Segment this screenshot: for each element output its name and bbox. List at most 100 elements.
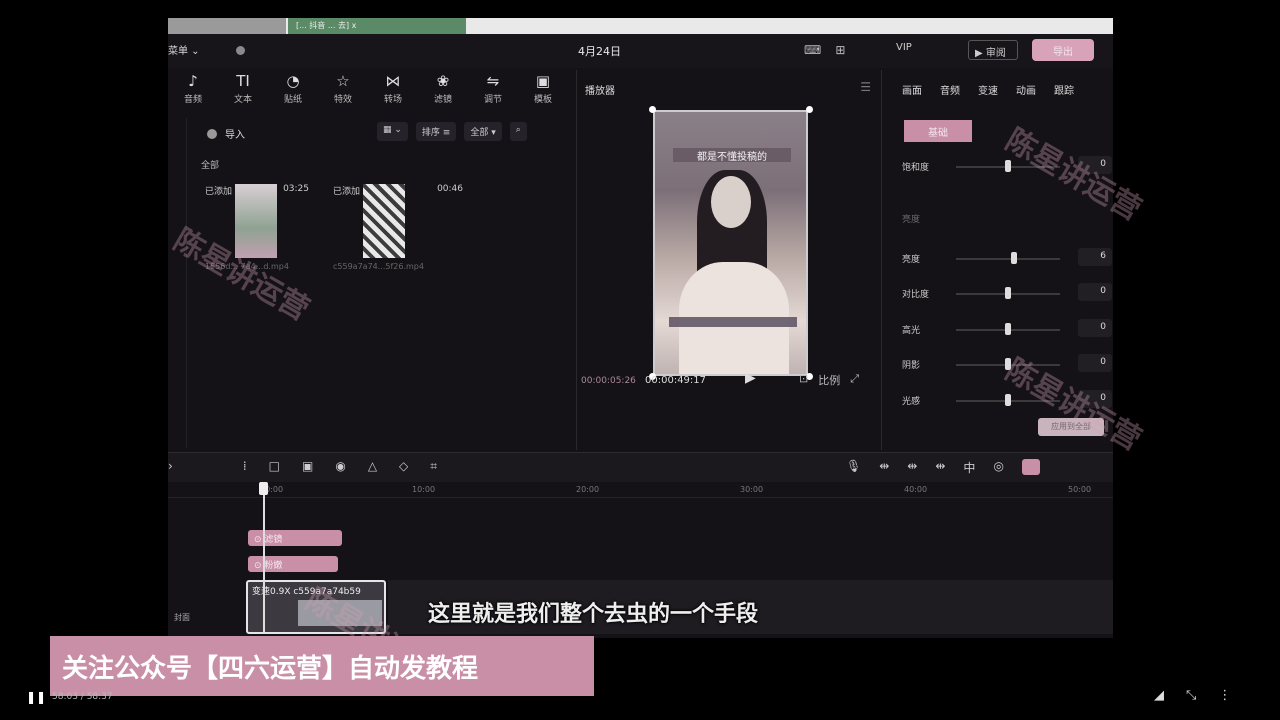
player-controls: ⊡ 比例 ⤢ — [799, 372, 859, 388]
pause-icon[interactable]: ❚❚ — [26, 690, 46, 704]
property-value[interactable]: 0 — [1078, 354, 1112, 372]
ruler-tick: 50:00 — [1068, 485, 1092, 494]
slider-knob[interactable] — [1005, 287, 1011, 299]
search-icon[interactable]: ⌕ — [509, 122, 527, 141]
top-icons: ⌨ ⊞ — [804, 43, 845, 57]
sort-button[interactable]: 排序 ≡ — [415, 122, 457, 141]
media-all-label: 全部 — [201, 161, 220, 171]
split-icon[interactable]: ⁞ — [243, 459, 247, 474]
clip-label: 滤镜 — [264, 535, 283, 545]
delete-icon[interactable]: □ — [269, 459, 280, 474]
total-time: 00:00:49:17 — [645, 375, 707, 386]
filter-clip[interactable]: ⊙ 粉嫩 — [248, 556, 338, 572]
fullscreen-icon[interactable]: ⤡ — [1186, 688, 1196, 703]
import-button[interactable]: 导入 — [207, 126, 245, 141]
tool-adjust[interactable]: ⇋ 调节 — [468, 68, 518, 114]
import-label: 导入 — [225, 130, 245, 141]
tool-audio[interactable]: ♪ 音频 — [168, 68, 218, 114]
tab-speed[interactable]: 变速 — [978, 82, 998, 97]
snap-icon[interactable]: ⇹ — [935, 459, 945, 476]
share-button[interactable]: ▶ 审阅 — [968, 40, 1018, 60]
property-slider[interactable] — [956, 258, 1060, 260]
magnet-icon[interactable]: ⇹ — [907, 459, 917, 476]
property-row-shadow: 阴影 0 — [902, 354, 1112, 374]
tool-transition[interactable]: ⋈ 转场 — [368, 68, 418, 114]
video-preview[interactable]: 都是不懂投稿的 — [653, 110, 808, 376]
slider-knob[interactable] — [1005, 394, 1011, 406]
browser-tab-inactive[interactable] — [168, 18, 286, 34]
fit-icon[interactable]: ⊡ — [799, 372, 808, 388]
property-label: 光感 — [902, 397, 921, 407]
video-face — [711, 176, 751, 228]
property-label: 饱和度 — [902, 163, 930, 173]
tool-label: 贴纸 — [283, 95, 302, 105]
zoom-toggle[interactable] — [1021, 459, 1040, 475]
sort-label: 排序 — [421, 128, 440, 138]
player-title: 播放器 — [585, 86, 615, 97]
slider-knob[interactable] — [1011, 252, 1018, 264]
import-icon — [207, 129, 217, 139]
resize-handle[interactable] — [649, 106, 656, 113]
video-title-text: 都是不懂投稿的 — [673, 148, 791, 163]
tool-effects[interactable]: ☆ 特效 — [318, 68, 368, 114]
media-toolbar: ♪ 音频 TI 文本 ◔ 贴纸 ☆ 特效 ⋈ 转场 ❀ 滤镜 ⇋ 调节 ▣ 模板 — [168, 68, 568, 114]
player-right-controls: ◢ ⤡ ⋮ — [1154, 688, 1231, 703]
more-icon[interactable]: ⋮ — [1218, 688, 1231, 703]
timeline-ruler[interactable]: 00:00 10:00 20:00 30:00 40:00 50:00 — [168, 482, 1113, 498]
property-label: 阴影 — [902, 361, 921, 371]
view-toggle-button[interactable]: ▦ ⌄ — [377, 122, 408, 141]
center-icon[interactable]: 中 — [963, 459, 975, 476]
volume-icon[interactable]: ◢ — [1154, 688, 1164, 703]
tab-picture[interactable]: 画面 — [902, 82, 922, 97]
tool-label: 音频 — [183, 95, 202, 105]
property-value[interactable]: 0 — [1078, 283, 1112, 301]
keyboard-icon[interactable]: ⌨ — [804, 43, 821, 57]
cover-label[interactable]: 封面 — [174, 612, 190, 623]
export-button[interactable]: 导出 — [1032, 39, 1094, 61]
basic-tab-button[interactable]: 基础 — [904, 120, 972, 142]
tab-audio[interactable]: 音频 — [940, 82, 960, 97]
mirror-icon[interactable]: △ — [368, 459, 377, 474]
clip-duration: 00:46 — [437, 184, 463, 194]
layout-icon[interactable]: ⊞ — [835, 43, 845, 57]
microphone-icon[interactable]: 🎙 — [846, 459, 861, 476]
browser-tab-active[interactable]: [... 抖音 ... 去] x — [288, 18, 466, 34]
freeze-icon[interactable]: ▣ — [302, 459, 313, 474]
tool-label: 文本 — [233, 95, 252, 105]
tool-text[interactable]: TI 文本 — [218, 68, 268, 114]
link-icon[interactable]: ⇹ — [879, 459, 889, 476]
fullscreen-icon[interactable]: ⤢ — [850, 372, 859, 388]
property-value[interactable]: 6 — [1078, 248, 1112, 266]
timeline-view-tools: 🎙 ⇹ ⇹ ⇹ 中 ◎ — [846, 459, 1040, 476]
tool-template[interactable]: ▣ 模板 — [518, 68, 568, 114]
resize-handle[interactable] — [806, 106, 813, 113]
property-row-highlight: 高光 0 — [902, 319, 1112, 339]
rotate-icon[interactable]: ◇ — [399, 459, 408, 474]
tool-filter[interactable]: ❀ 滤镜 — [418, 68, 468, 114]
vip-badge[interactable]: VIP — [896, 42, 912, 53]
reverse-icon[interactable]: ◉ — [335, 459, 345, 474]
ruler-tick: 10:00 — [412, 485, 436, 494]
playhead-handle[interactable] — [259, 482, 268, 495]
tab-animation[interactable]: 动画 — [1016, 82, 1036, 97]
ratio-button[interactable]: 比例 — [818, 372, 840, 388]
play-icon[interactable]: ▶ — [745, 370, 756, 386]
adjust-icon: ⇋ — [486, 72, 500, 90]
playhead[interactable] — [263, 482, 265, 632]
menu-button[interactable]: 菜单 ⌄ — [168, 42, 200, 57]
tab-tracking[interactable]: 跟踪 — [1054, 82, 1074, 97]
arrow-icon[interactable]: › — [168, 459, 173, 474]
player-panel: 播放器 ☰ 都是不懂投稿的 00:00:05:26 00:00:49:17 ▶ … — [576, 70, 882, 450]
crop-icon[interactable]: ⌗ — [430, 459, 437, 474]
media-clip[interactable]: 已添加 00:46 c559a7a74...5f26.mp4 — [333, 184, 463, 274]
filter-button[interactable]: 全部 ▾ — [464, 122, 502, 141]
preview-axis-icon[interactable]: ◎ — [993, 459, 1003, 476]
tool-sticker[interactable]: ◔ 贴纸 — [268, 68, 318, 114]
menu-icon[interactable]: ☰ — [860, 80, 871, 94]
timeline-toolbar: › ⁞ □ ▣ ◉ △ ◇ ⌗ 🎙 ⇹ ⇹ ⇹ 中 ◎ — [168, 452, 1113, 482]
property-row-contrast: 对比度 0 — [902, 283, 1112, 303]
screen-recording: [... 抖音 ... 去] x 菜单 ⌄ 4月24日 ⌨ ⊞ VIP ▶ 审阅… — [168, 18, 1113, 638]
slider-knob[interactable] — [1005, 323, 1011, 335]
property-value[interactable]: 0 — [1078, 319, 1112, 337]
slider-knob[interactable] — [1005, 160, 1011, 172]
